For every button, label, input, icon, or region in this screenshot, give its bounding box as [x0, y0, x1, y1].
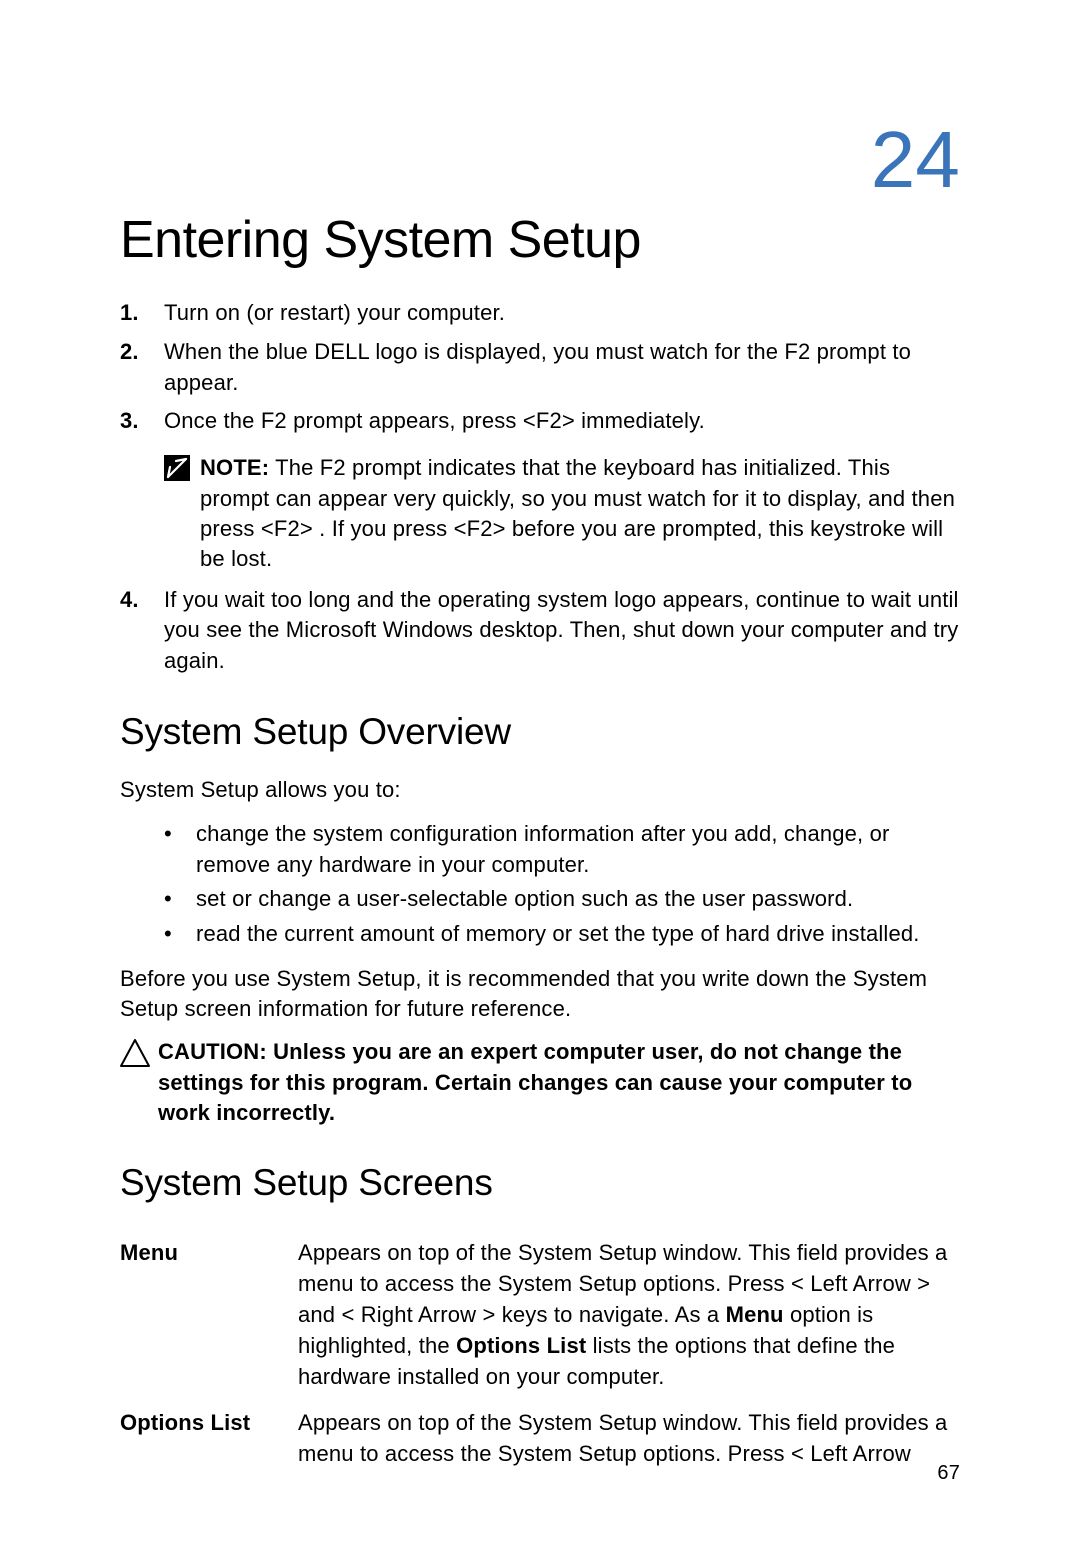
caution-text: CAUTION: Unless you are an expert comput… [158, 1037, 960, 1128]
definitions-table: Menu Appears on top of the System Setup … [120, 1230, 960, 1478]
overview-intro: System Setup allows you to: [120, 775, 960, 805]
section-heading-screens: System Setup Screens [120, 1162, 960, 1204]
caution-body: Unless you are an expert computer user, … [158, 1039, 912, 1125]
caution-icon [120, 1037, 158, 1075]
step-item: 4. If you wait too long and the operatin… [120, 585, 960, 677]
bullet-text: change the system configuration informat… [196, 819, 960, 881]
step-item: 2. When the blue DELL logo is displayed,… [120, 337, 960, 399]
document-page: 24 Entering System Setup 1. Turn on (or … [0, 0, 1080, 1545]
note-label: NOTE: [200, 455, 269, 480]
overview-bullets: • change the system configuration inform… [160, 819, 960, 950]
caution-callout: CAUTION: Unless you are an expert comput… [120, 1037, 960, 1128]
definition-description: Appears on top of the System Setup windo… [298, 1400, 960, 1478]
note-text: NOTE: The F2 prompt indicates that the k… [200, 453, 960, 574]
definition-term: Options List [120, 1400, 298, 1478]
def-desc-bold: Menu [726, 1302, 784, 1327]
page-number: 67 [937, 1462, 960, 1485]
step-text: Turn on (or restart) your computer. [164, 298, 960, 329]
note-body: The F2 prompt indicates that the keyboar… [200, 455, 955, 571]
bullet-text: set or change a user-selectable option s… [196, 884, 960, 915]
step-text: If you wait too long and the operating s… [164, 585, 960, 677]
caution-label: CAUTION: [158, 1039, 267, 1064]
step-item: 3. Once the F2 prompt appears, press <F2… [120, 406, 960, 437]
step-text: Once the F2 prompt appears, press <F2> i… [164, 406, 960, 437]
bullet-text: read the current amount of memory or set… [196, 919, 960, 950]
section-heading-overview: System Setup Overview [120, 711, 960, 753]
bullet-icon: • [160, 819, 196, 850]
note-icon [164, 453, 200, 489]
def-desc-bold: Options List [456, 1333, 586, 1358]
chapter-number: 24 [120, 120, 960, 200]
list-item: • set or change a user-selectable option… [160, 884, 960, 915]
step-item: 1. Turn on (or restart) your computer. [120, 298, 960, 329]
bullet-icon: • [160, 919, 196, 950]
overview-closing: Before you use System Setup, it is recom… [120, 964, 960, 1023]
bullet-icon: • [160, 884, 196, 915]
definition-description: Appears on top of the System Setup windo… [298, 1230, 960, 1400]
note-callout: NOTE: The F2 prompt indicates that the k… [164, 453, 960, 574]
list-item: • read the current amount of memory or s… [160, 919, 960, 950]
page-title: Entering System Setup [120, 210, 960, 270]
step-number: 1. [120, 298, 164, 329]
definition-term: Menu [120, 1230, 298, 1400]
steps-list: 1. Turn on (or restart) your computer. 2… [120, 298, 960, 437]
step-number: 3. [120, 406, 164, 437]
step-text: When the blue DELL logo is displayed, yo… [164, 337, 960, 399]
list-item: • change the system configuration inform… [160, 819, 960, 881]
table-row: Options List Appears on top of the Syste… [120, 1400, 960, 1478]
steps-list-continued: 4. If you wait too long and the operatin… [120, 585, 960, 677]
table-row: Menu Appears on top of the System Setup … [120, 1230, 960, 1400]
step-number: 2. [120, 337, 164, 368]
step-number: 4. [120, 585, 164, 616]
